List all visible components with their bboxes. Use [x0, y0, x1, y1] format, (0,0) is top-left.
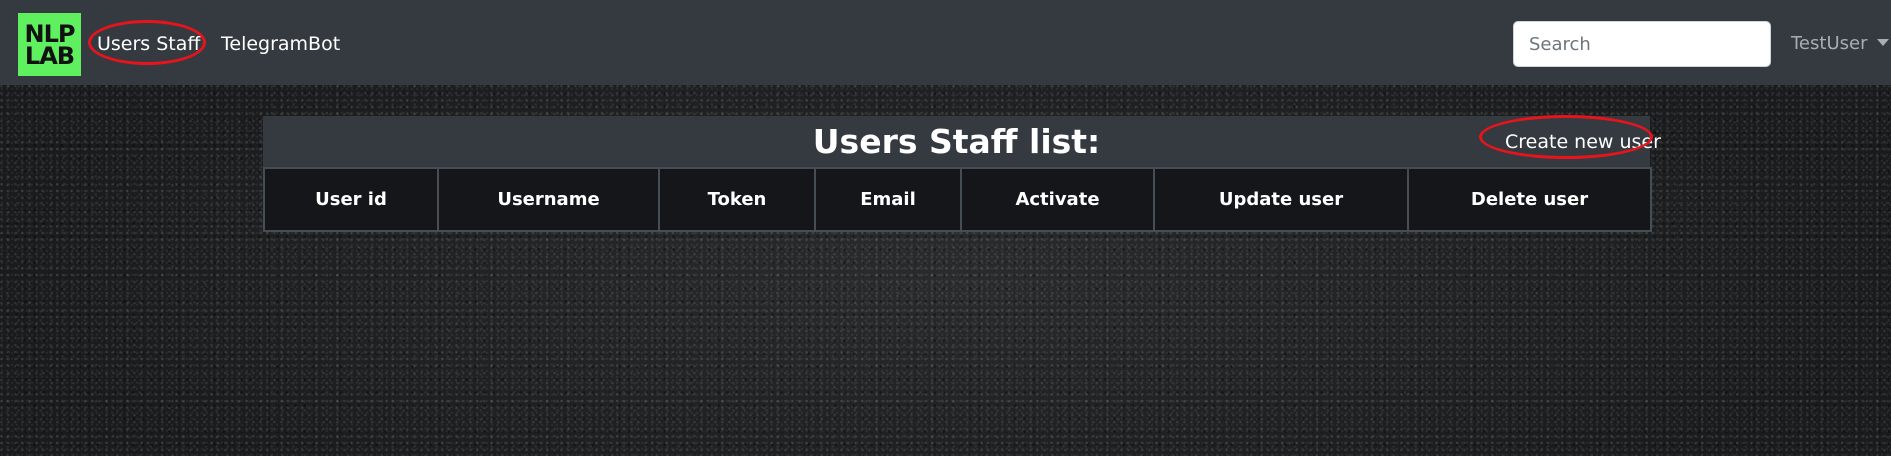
panel-header: Users Staff list: Create new user — [263, 116, 1661, 167]
nav-link-users-staff[interactable]: Users Staff — [97, 0, 201, 85]
page-title: Users Staff list: — [812, 122, 1101, 161]
column-header-username: Username — [437, 167, 660, 232]
create-new-user-button[interactable]: Create new user — [1493, 122, 1673, 162]
column-header-update-user: Update user — [1153, 167, 1409, 232]
table-header-row: User id Username Token Email Activate Up… — [263, 167, 1652, 232]
users-panel: Users Staff list: Create new user User i… — [263, 116, 1661, 232]
chevron-down-icon — [1877, 38, 1890, 46]
nav-link-telegrambot[interactable]: TelegramBot — [221, 0, 340, 85]
column-header-user-id: User id — [263, 167, 439, 232]
users-table: User id Username Token Email Activate Up… — [263, 167, 1652, 232]
column-header-token: Token — [658, 167, 816, 232]
column-header-email: Email — [814, 167, 962, 232]
column-header-delete-user: Delete user — [1407, 167, 1652, 232]
user-name: TestUser — [1791, 33, 1868, 54]
navbar: NLP LAB Users Staff TelegramBot TestUser — [0, 0, 1891, 85]
nlp-lab-logo[interactable]: NLP LAB — [18, 13, 81, 76]
search-input[interactable] — [1513, 21, 1771, 67]
logo-text-bottom: LAB — [24, 41, 75, 70]
column-header-activate: Activate — [960, 167, 1155, 232]
user-dropdown[interactable]: TestUser — [1791, 0, 1890, 85]
